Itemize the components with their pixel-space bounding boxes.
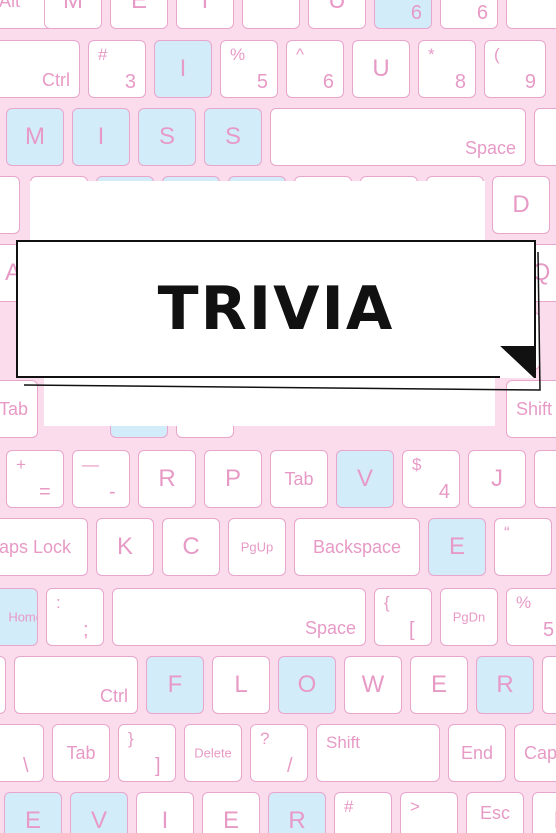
banner-offset-outline (23, 251, 541, 391)
cover-canvas: Alt M E I U 6 6 Ctrl #3 I % 5 ^ 6 U * 8 (9 … (0, 0, 556, 833)
page-title: TRIVIA (157, 274, 395, 344)
title-banner: TRIVIA (16, 240, 536, 378)
page-curl-icon (500, 346, 534, 378)
